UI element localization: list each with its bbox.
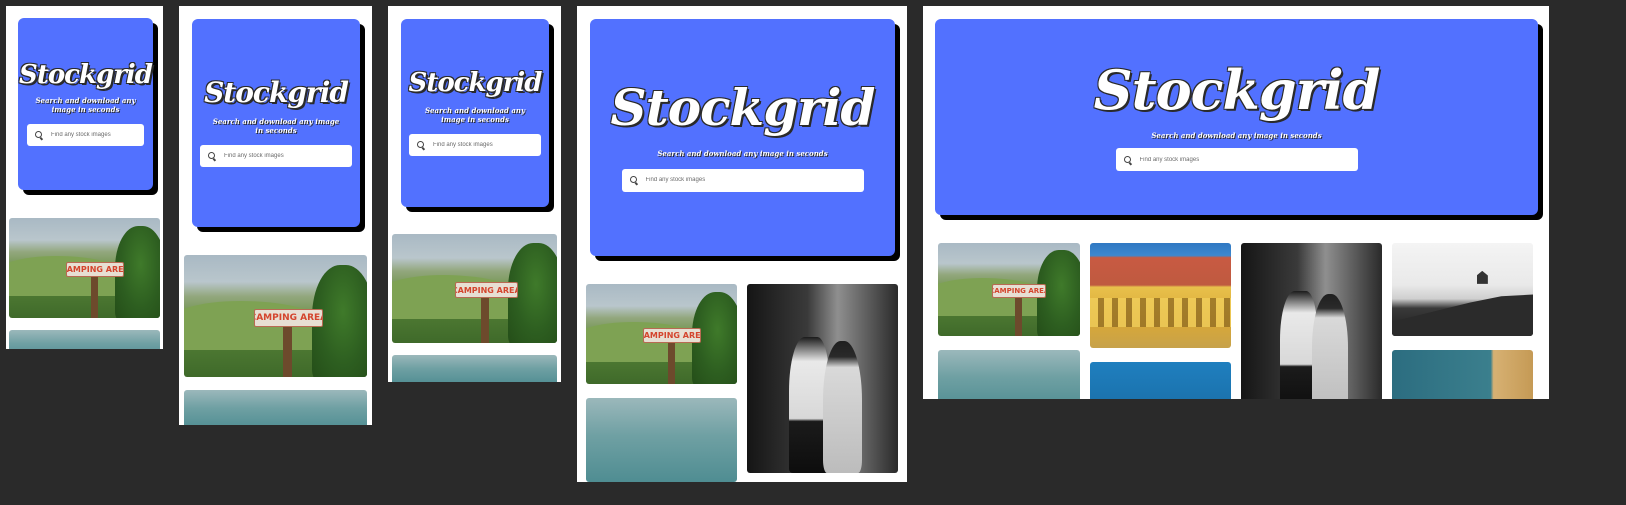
camping-sign: CAMPING AREA (253, 308, 324, 327)
tagline: Search and download any image in seconds (1151, 130, 1322, 140)
image-sky[interactable] (184, 390, 367, 425)
search-input[interactable]: Find any stock images (621, 168, 864, 192)
search-icon (208, 152, 216, 160)
image-couple[interactable] (747, 284, 898, 473)
app-logo: Stockgrid (19, 59, 153, 90)
search-placeholder: Find any stock images (433, 142, 493, 149)
hero-banner: Stockgrid Search and download any image … (18, 18, 153, 190)
view-mobile-medium: Stockgrid Search and download any image … (179, 6, 372, 425)
hero-banner: Stockgrid Search and download any image … (401, 19, 549, 207)
search-icon (35, 131, 43, 139)
image-camping[interactable]: CAMPING AREA (9, 218, 160, 318)
image-sky[interactable] (938, 350, 1080, 399)
image-blue[interactable] (1090, 362, 1231, 399)
image-yellow-building[interactable] (1090, 243, 1231, 348)
tagline: Search and download any image in seconds (212, 116, 340, 135)
app-logo: Stockgrid (610, 78, 876, 138)
colonnade-shape (1090, 297, 1231, 327)
search-placeholder: Find any stock images (1139, 156, 1200, 163)
image-camping[interactable]: CAMPING AREA (938, 243, 1080, 336)
search-input[interactable]: Find any stock images (409, 134, 541, 157)
search-icon (417, 141, 425, 149)
hut-shape (1476, 270, 1488, 284)
search-input[interactable]: Find any stock images (200, 145, 352, 168)
sign-post (1014, 296, 1022, 336)
camping-sign: CAMPING AREA (454, 281, 518, 299)
search-placeholder: Find any stock images (224, 153, 284, 160)
view-desktop: Stockgrid Search and download any image … (923, 6, 1549, 399)
image-mountain[interactable] (1392, 243, 1533, 336)
sign-post (282, 324, 292, 377)
mountain-slope (1392, 294, 1533, 336)
image-couple[interactable] (1241, 243, 1382, 399)
view-mobile-large: Stockgrid Search and download any image … (388, 6, 561, 382)
image-sky[interactable] (9, 330, 160, 349)
image-camping[interactable]: CAMPING AREA (392, 234, 557, 343)
image-sky[interactable] (586, 398, 737, 482)
app-logo: Stockgrid (204, 75, 349, 109)
camping-sign: CAMPING AREA (66, 262, 125, 277)
bride-figure (822, 340, 862, 473)
app-logo: Stockgrid (1093, 57, 1381, 122)
hero-banner: Stockgrid Search and download any image … (935, 19, 1538, 215)
view-mobile-small: Stockgrid Search and download any image … (6, 6, 163, 349)
search-input[interactable]: Find any stock images (1115, 148, 1358, 172)
search-input[interactable]: Find any stock images (27, 124, 144, 147)
tagline: Search and download any image in seconds (657, 149, 828, 159)
search-placeholder: Find any stock images (645, 177, 706, 184)
image-camping[interactable]: CAMPING AREA (184, 255, 367, 377)
app-logo: Stockgrid (408, 67, 543, 98)
bride-figure (1311, 294, 1349, 399)
tagline: Search and download any image in seconds (424, 105, 526, 124)
sign-post (667, 341, 676, 384)
hero-banner: Stockgrid Search and download any image … (590, 19, 895, 256)
camping-sign: CAMPING AREA (643, 328, 702, 343)
search-placeholder: Find any stock images (51, 132, 111, 139)
search-icon (629, 176, 638, 184)
tagline: Search and download any image in seconds (35, 95, 136, 114)
image-camping[interactable]: CAMPING AREA (586, 284, 737, 384)
hero-banner: Stockgrid Search and download any image … (192, 19, 360, 227)
sign-post (90, 275, 99, 318)
image-teal-wood[interactable] (1392, 350, 1533, 399)
view-tablet: Stockgrid Search and download any image … (577, 6, 907, 482)
camping-sign: CAMPING AREA (991, 283, 1047, 298)
sign-post (481, 296, 490, 343)
search-icon (1123, 155, 1132, 164)
image-sky[interactable] (392, 355, 557, 382)
